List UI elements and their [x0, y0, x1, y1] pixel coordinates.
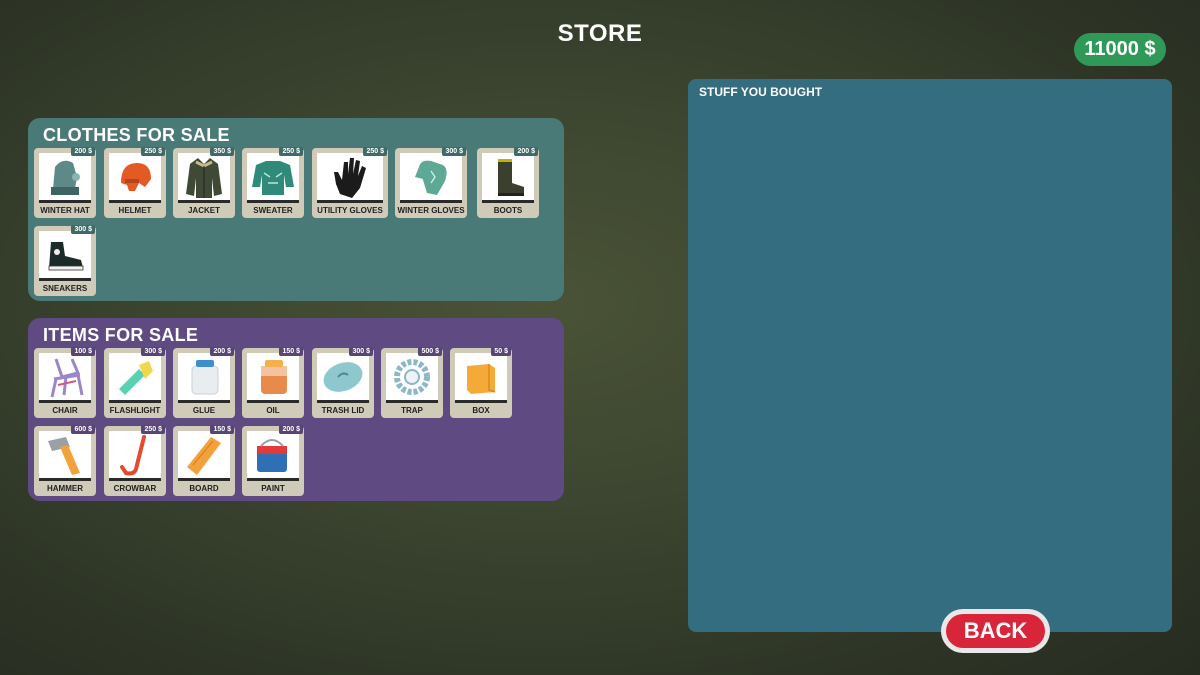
shop-item-paint[interactable]: 200 $ PAINT	[242, 425, 304, 496]
shop-item-winter-hat[interactable]: 200 $ WINTER HAT	[34, 147, 96, 218]
items-panel: ITEMS FOR SALE 100 $ CHAIR 300 $ FLASHLI…	[28, 318, 564, 501]
chair-icon	[39, 353, 91, 403]
shop-item-utility-gloves[interactable]: 250 $ UTILITY GLOVES	[312, 147, 388, 218]
item-price: 250 $	[363, 147, 387, 156]
item-price: 200 $	[210, 347, 234, 356]
item-label: FLASHLIGHT	[109, 406, 161, 415]
sweater-icon	[247, 153, 299, 203]
item-label: JACKET	[187, 206, 220, 215]
flashlight-icon	[109, 353, 161, 403]
item-label: WINTER GLOVES	[397, 206, 465, 215]
item-label: GLUE	[192, 406, 216, 415]
oil-icon	[247, 353, 299, 403]
bought-panel: STUFF YOU BOUGHT	[688, 79, 1172, 632]
item-label: UTILITY GLOVES	[317, 206, 383, 215]
item-label: WINTER HAT	[40, 206, 90, 215]
sneakers-icon	[39, 231, 91, 281]
item-label: SNEAKERS	[42, 284, 88, 293]
trash-lid-icon	[317, 353, 369, 403]
back-button-label: BACK	[946, 614, 1045, 648]
items-panel-title: ITEMS FOR SALE	[43, 325, 199, 345]
item-price: 600 $	[71, 425, 95, 434]
item-label: TRAP	[401, 406, 423, 415]
shop-item-flashlight[interactable]: 300 $ FLASHLIGHT	[104, 347, 166, 418]
bought-panel-title: STUFF YOU BOUGHT	[699, 85, 823, 99]
item-price: 200 $	[71, 147, 95, 156]
shop-item-glue[interactable]: 200 $ GLUE	[173, 347, 235, 418]
shop-item-box[interactable]: 50 $ BOX	[450, 347, 512, 418]
item-label: HAMMER	[47, 484, 83, 493]
item-label: HELMET	[118, 206, 152, 215]
paint-icon	[247, 431, 299, 481]
winter-gloves-icon	[400, 153, 462, 203]
board-icon	[178, 431, 230, 481]
item-price: 150 $	[210, 425, 234, 434]
item-price: 300 $	[349, 347, 373, 356]
glue-icon	[178, 353, 230, 403]
utility-gloves-icon	[317, 153, 383, 203]
item-label: BOX	[472, 406, 490, 415]
page-title: STORE	[557, 20, 643, 47]
shop-item-crowbar[interactable]: 250 $ CROWBAR	[104, 425, 166, 496]
shop-item-boots[interactable]: 200 $ BOOTS	[477, 147, 539, 218]
shop-item-sweater[interactable]: 250 $ SWEATER	[242, 147, 304, 218]
jacket-icon	[178, 153, 230, 203]
item-label: PAINT	[261, 484, 285, 493]
item-price: 150 $	[279, 347, 303, 356]
item-price: 200 $	[279, 425, 303, 434]
shop-item-winter-gloves[interactable]: 300 $ WINTER GLOVES	[395, 147, 467, 218]
item-price: 250 $	[279, 147, 303, 156]
item-price: 500 $	[418, 347, 442, 356]
item-price: 50 $	[491, 347, 511, 356]
item-price: 250 $	[141, 147, 165, 156]
shop-item-board[interactable]: 150 $ BOARD	[173, 425, 235, 496]
item-label: BOARD	[189, 484, 219, 493]
item-label: OIL	[266, 406, 280, 415]
winter-hat-icon	[39, 153, 91, 203]
shop-item-sneakers[interactable]: 300 $ SNEAKERS	[34, 225, 96, 296]
item-price: 300 $	[71, 225, 95, 234]
item-label: CROWBAR	[113, 484, 157, 493]
item-price: 250 $	[141, 425, 165, 434]
shop-item-helmet[interactable]: 250 $ HELMET	[104, 147, 166, 218]
shop-item-jacket[interactable]: 350 $ JACKET	[173, 147, 235, 218]
box-icon	[455, 353, 507, 403]
helmet-icon	[109, 153, 161, 203]
trap-icon	[386, 353, 438, 403]
crowbar-icon	[109, 431, 161, 481]
back-button[interactable]: BACK	[941, 609, 1050, 653]
hammer-icon	[39, 431, 91, 481]
item-price: 350 $	[210, 147, 234, 156]
shop-item-chair[interactable]: 100 $ CHAIR	[34, 347, 96, 418]
item-label: TRASH LID	[321, 406, 365, 415]
clothes-panel-title: CLOTHES FOR SALE	[43, 125, 230, 145]
shop-item-trap[interactable]: 500 $ TRAP	[381, 347, 443, 418]
item-label: CHAIR	[52, 406, 78, 415]
shop-item-oil[interactable]: 150 $ OIL	[242, 347, 304, 418]
item-label: SWEATER	[253, 206, 293, 215]
item-label: BOOTS	[493, 206, 523, 215]
shop-item-hammer[interactable]: 600 $ HAMMER	[34, 425, 96, 496]
item-price: 100 $	[71, 347, 95, 356]
item-price: 200 $	[514, 147, 538, 156]
shop-item-trash-lid[interactable]: 300 $ TRASH LID	[312, 347, 374, 418]
money-badge: 11000 $	[1074, 33, 1166, 66]
item-price: 300 $	[141, 347, 165, 356]
clothes-panel: CLOTHES FOR SALE 200 $ WINTER HAT 250 $ …	[28, 118, 564, 301]
item-price: 300 $	[442, 147, 466, 156]
boots-icon	[482, 153, 534, 203]
